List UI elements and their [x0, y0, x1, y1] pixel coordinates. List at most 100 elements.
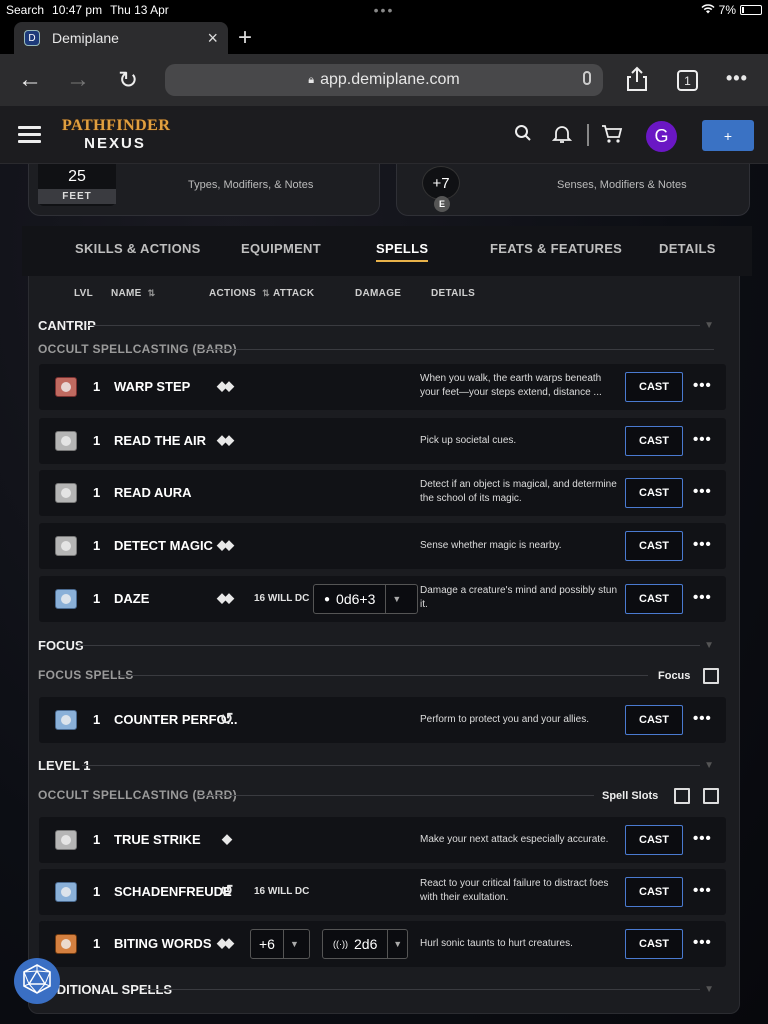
chevron-down-icon[interactable]: ▼ [387, 930, 407, 958]
back-arrow-icon[interactable]: ← [18, 66, 42, 94]
more-options-icon[interactable]: ••• [693, 536, 712, 553]
tab-spells[interactable]: SPELLS [376, 241, 429, 262]
search-icon[interactable] [514, 124, 532, 147]
cart-icon[interactable] [601, 124, 623, 149]
spell-name: READ THE AIR [114, 433, 206, 448]
spell-description: When you walk, the earth warps beneath y… [420, 373, 602, 398]
more-menu-icon[interactable]: ••• [726, 68, 748, 89]
create-button[interactable]: + [702, 120, 754, 151]
chevron-down-icon[interactable]: ▼ [704, 984, 714, 995]
browser-tab[interactable]: D Demiplane × [14, 22, 228, 54]
tabs-overview-icon[interactable]: 1 [677, 70, 698, 91]
spell-row-true-strike[interactable]: 1 TRUE STRIKE ◆ Make your next attack es… [39, 817, 726, 863]
divider [118, 675, 648, 676]
chevron-down-icon[interactable]: ▼ [704, 320, 714, 331]
two-action-icon: ◆◆ [217, 590, 234, 605]
close-tab-icon[interactable]: × [207, 28, 218, 49]
spell-slots-label: Spell Slots [602, 790, 659, 802]
speed-note: Types, Modifiers, & Notes [188, 179, 314, 191]
sonic-icon: ((·)) [333, 939, 348, 949]
more-options-icon[interactable]: ••• [693, 377, 712, 394]
tab-title: Demiplane [52, 30, 119, 46]
more-options-icon[interactable]: ••• [693, 882, 712, 899]
spell-row-read-aura[interactable]: 1 READ AURA Detect if an object is magic… [39, 470, 726, 516]
cast-button[interactable]: CAST [625, 705, 683, 735]
more-options-icon[interactable]: ••• [693, 431, 712, 448]
cast-button[interactable]: CAST [625, 372, 683, 402]
tab-details[interactable]: DETAILS [659, 241, 716, 256]
spell-row-daze[interactable]: 1 DAZE ◆◆ 16 WILL DC ● 0d6+3 ▼ Damage a c… [39, 576, 726, 622]
address-bar[interactable]: 🔒︎ app.demiplane.com [165, 64, 603, 96]
spell-row-detect-magic[interactable]: 1 DETECT MAGIC ◆◆ Sense whether magic is… [39, 523, 726, 569]
col-details: DETAILS [431, 288, 476, 299]
chevron-down-icon[interactable]: ▼ [704, 640, 714, 651]
divider [144, 989, 700, 990]
chevron-down-icon[interactable]: ▼ [385, 585, 407, 613]
spell-school-icon [55, 431, 77, 451]
spell-name: SCHADENFREUDE [114, 884, 232, 899]
dice-roller-button[interactable] [14, 958, 60, 1004]
forward-arrow-icon[interactable]: → [66, 66, 90, 94]
cast-button[interactable]: CAST [625, 877, 683, 907]
cast-button[interactable]: CAST [625, 584, 683, 614]
chevron-down-icon[interactable]: ▼ [282, 930, 305, 958]
damage-roll-button[interactable]: ● 0d6+3 ▼ [313, 584, 418, 614]
spell-row-read-the-air[interactable]: 1 READ THE AIR ◆◆ Pick up societal cues.… [39, 418, 726, 464]
tab-equipment[interactable]: EQUIPMENT [241, 241, 321, 256]
mic-icon[interactable] [583, 71, 591, 85]
more-options-icon[interactable]: ••• [693, 589, 712, 606]
ios-status-bar: Search 10:47 pm Thu 13 Apr ••• 7% [0, 0, 768, 20]
new-tab-icon[interactable]: + [238, 24, 252, 52]
damage-roll-button[interactable]: ((·)) 2d6 ▼ [322, 929, 408, 959]
back-to-app[interactable]: Search [6, 3, 44, 17]
focus-point-checkbox[interactable] [703, 668, 719, 684]
cast-button[interactable]: CAST [625, 531, 683, 561]
spell-row-schadenfreude[interactable]: 1 SCHADENFREUDE ↺ 16 WILL DC React to yo… [39, 869, 726, 915]
spell-name: READ AURA [114, 485, 192, 500]
character-tabs: SKILLS & ACTIONS EQUIPMENT SPELLS FEATS … [22, 226, 752, 276]
col-lvl[interactable]: LVL [74, 288, 93, 299]
section-focus[interactable]: FOCUS [38, 638, 84, 653]
pathfinder-nexus-logo[interactable]: PATHFINDER NEXUS [62, 118, 170, 154]
spell-slot-checkbox[interactable] [674, 788, 690, 804]
multitask-dots[interactable]: ••• [374, 2, 395, 18]
one-action-icon: ◆ [222, 831, 232, 846]
divider [198, 795, 594, 796]
tab-feats-features[interactable]: FEATS & FEATURES [490, 241, 622, 256]
cast-button[interactable]: CAST [625, 929, 683, 959]
hamburger-menu-icon[interactable] [18, 126, 41, 143]
url-text: app.demiplane.com [320, 71, 460, 88]
perception-value: +7 [422, 166, 460, 200]
more-options-icon[interactable]: ••• [693, 830, 712, 847]
chevron-down-icon[interactable]: ▼ [704, 760, 714, 771]
col-actions[interactable]: ACTIONS ⇅ [209, 288, 270, 299]
more-options-icon[interactable]: ••• [693, 483, 712, 500]
col-attack: ATTACK [273, 288, 315, 299]
cast-button[interactable]: CAST [625, 478, 683, 508]
spell-description: Perform to protect you and your allies. [420, 714, 589, 725]
spell-description: Make your next attack especially accurat… [420, 834, 609, 845]
wifi-icon [701, 3, 715, 17]
header-divider [587, 124, 589, 146]
cast-button[interactable]: CAST [625, 825, 683, 855]
user-avatar[interactable]: G [646, 121, 677, 152]
spell-row-biting-words[interactable]: 1 BITING WORDS ◆◆ +6 ▼ ((·)) 2d6 ▼ Hurl s… [39, 921, 726, 967]
spell-row-counter-performance[interactable]: 1 COUNTER PERFO... ↺ Perform to protect … [39, 697, 726, 743]
favicon-icon: D [24, 30, 40, 46]
tab-skills-actions[interactable]: SKILLS & ACTIONS [75, 241, 201, 256]
lock-icon: 🔒︎ [308, 73, 315, 86]
reload-icon[interactable]: ↻ [118, 66, 138, 95]
spell-slot-checkbox[interactable] [703, 788, 719, 804]
more-options-icon[interactable]: ••• [693, 710, 712, 727]
speed-value: 25 [68, 168, 86, 185]
attack-roll-button[interactable]: +6 ▼ [250, 929, 310, 959]
col-name[interactable]: NAME ⇅ [111, 288, 156, 299]
spell-description: Pick up societal cues. [420, 435, 517, 446]
save-dc: 16 WILL DC [254, 886, 310, 897]
spell-row-warp-step[interactable]: 1 WARP STEP ◆◆ When you walk, the earth … [39, 364, 726, 410]
cast-button[interactable]: CAST [625, 426, 683, 456]
share-icon[interactable] [626, 66, 648, 97]
more-options-icon[interactable]: ••• [693, 934, 712, 951]
status-time: 10:47 pm [52, 3, 103, 17]
bell-icon[interactable] [551, 124, 573, 149]
